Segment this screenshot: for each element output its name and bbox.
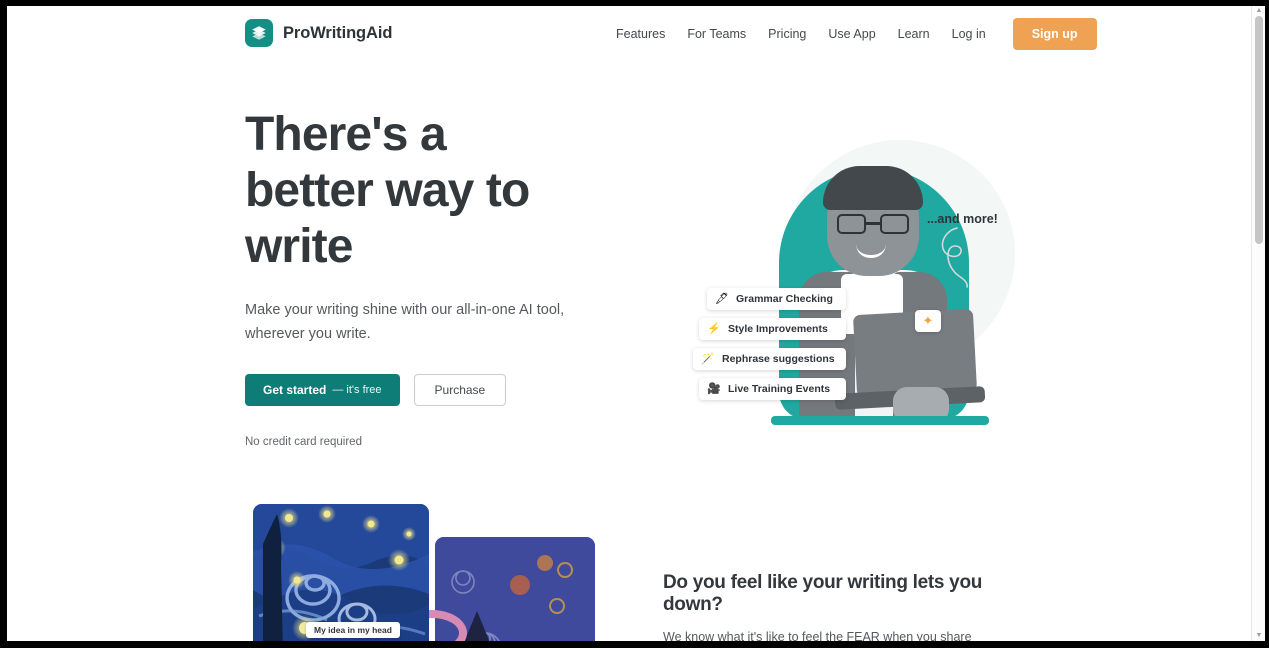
brand-name: ProWritingAid <box>283 23 393 42</box>
window-bottom-bar <box>0 641 1269 648</box>
magic-wand-icon: 🪄 <box>701 352 715 365</box>
vertical-scrollbar[interactable]: ▲ ▼ <box>1251 6 1265 641</box>
scroll-down-arrow-icon[interactable]: ▼ <box>1255 632 1263 640</box>
scrollbar-thumb[interactable] <box>1255 16 1263 244</box>
window-left-bar <box>0 0 7 648</box>
section-two-body: We know what it's like to feel the FEAR … <box>663 630 972 641</box>
sign-up-button[interactable]: Sign up <box>1012 18 1097 50</box>
get-started-button[interactable]: Get started — it's free <box>245 374 400 407</box>
window-top-bar <box>0 0 1269 6</box>
nav-item-pricing[interactable]: Pricing <box>757 27 817 41</box>
hero-copy: There's a better way to write Make your … <box>245 107 585 448</box>
browser-viewport: ProWritingAid Features For Teams Pricing… <box>0 0 1269 648</box>
nav-item-features[interactable]: Features <box>605 27 676 41</box>
get-started-label: Get started <box>263 383 327 398</box>
get-started-note: — it's free <box>332 384 382 397</box>
web-page: ProWritingAid Features For Teams Pricing… <box>7 6 1254 641</box>
starry-night-image: My idea in my head <box>253 504 429 641</box>
idea-caption-label: My idea in my head <box>306 622 400 638</box>
feature-chip-rephrase-suggestions: 🪄 Rephrase suggestions <box>693 348 846 370</box>
feature-chip-label: Rephrase suggestions <box>722 353 835 365</box>
scroll-up-arrow-icon[interactable]: ▲ <box>1255 7 1263 15</box>
window-right-bar <box>1265 0 1269 648</box>
hero-subtitle: Make your writing shine with our all-in-… <box>245 302 565 342</box>
section-two-copy: Do you feel like your writing lets you d… <box>663 572 1015 641</box>
main-navigation: Features For Teams Pricing Use App Learn… <box>605 6 1097 62</box>
hero-illustration: 🖋 Grammar Checking ⚡ Style Improvements … <box>667 102 1027 442</box>
second-section: My idea in my head Do you feel like your… <box>7 482 1254 641</box>
nav-item-learn[interactable]: Learn <box>887 27 941 41</box>
feature-chip-label: Grammar Checking <box>736 293 833 305</box>
curly-connector-line-icon <box>941 227 968 288</box>
lightning-bolt-icon: ⚡ <box>707 322 721 335</box>
sparkle-badge: ✦ <box>915 310 941 332</box>
brand-logo-link[interactable]: ProWritingAid <box>245 19 392 47</box>
person-hair <box>823 166 923 210</box>
site-header: ProWritingAid Features For Teams Pricing… <box>7 6 1254 62</box>
nav-item-log-in[interactable]: Log in <box>941 27 997 41</box>
sparkle-icon: ✦ <box>922 313 934 328</box>
stacked-pages-logo-icon <box>245 19 273 47</box>
no-credit-card-note: No credit card required <box>245 436 362 449</box>
video-camera-icon: 🎥 <box>707 382 721 395</box>
hero-cta-row: Get started — it's free Purchase <box>245 374 585 407</box>
hero-section: There's a better way to write Make your … <box>7 62 1254 482</box>
feature-chip-live-training-events: 🎥 Live Training Events <box>699 378 846 400</box>
feature-chip-grammar-checking: 🖋 Grammar Checking <box>707 288 846 310</box>
feature-chip-list: 🖋 Grammar Checking ⚡ Style Improvements … <box>693 288 846 400</box>
feature-chip-label: Live Training Events <box>728 383 831 395</box>
feature-chip-label: Style Improvements <box>728 323 828 335</box>
and-more-label: ...and more! <box>927 212 998 226</box>
teal-base-strip <box>771 416 989 425</box>
feather-pen-icon: 🖋 <box>715 292 729 305</box>
purchase-button[interactable]: Purchase <box>413 374 507 407</box>
section-two-title: Do you feel like your writing lets you d… <box>663 572 983 615</box>
feature-chip-style-improvements: ⚡ Style Improvements <box>699 318 846 340</box>
nav-item-use-app[interactable]: Use App <box>817 27 886 41</box>
nav-item-for-teams[interactable]: For Teams <box>676 27 757 41</box>
glasses-icon <box>837 214 909 234</box>
page-title: There's a better way to write <box>245 108 530 274</box>
